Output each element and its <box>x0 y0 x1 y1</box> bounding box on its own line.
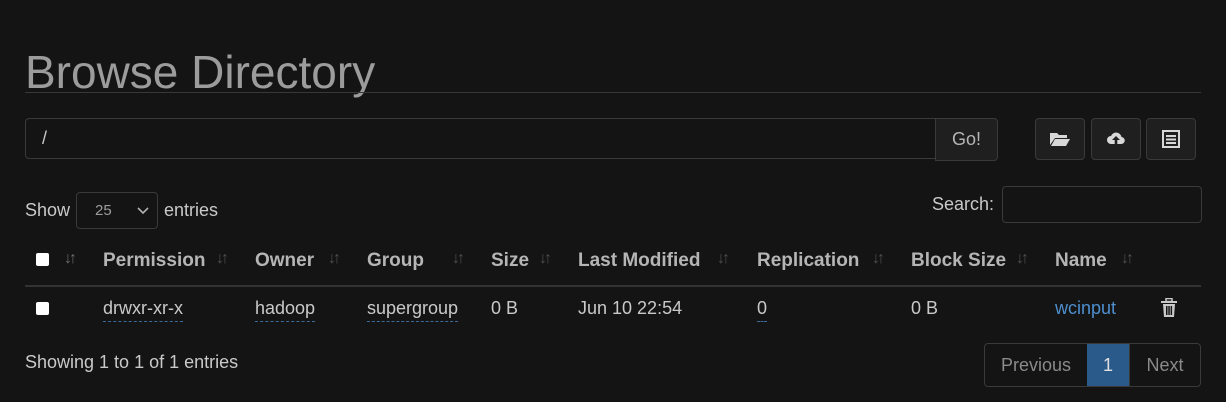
permission-cell[interactable]: drwxr-xr-x <box>103 298 183 322</box>
list-button[interactable] <box>1146 118 1196 160</box>
create-directory-button[interactable] <box>1035 118 1085 160</box>
trash-icon[interactable] <box>1160 298 1178 318</box>
pagination: Previous 1 Next <box>984 343 1201 387</box>
header-divider <box>25 285 1201 287</box>
folder-open-icon <box>1050 133 1070 146</box>
column-header-group[interactable]: Group <box>367 250 424 272</box>
column-header-size[interactable]: Size <box>491 250 529 272</box>
search-area: Search: <box>932 186 1203 223</box>
sort-icon: ↓↑ <box>1016 250 1029 267</box>
row-checkbox[interactable] <box>36 302 49 315</box>
upload-button[interactable] <box>1091 118 1141 160</box>
divider <box>25 92 1201 93</box>
column-header-owner[interactable]: Owner <box>255 250 314 272</box>
search-label: Search: <box>932 194 995 214</box>
entries-length: Show 25 entries <box>25 192 218 229</box>
owner-cell[interactable]: hadoop <box>255 298 316 322</box>
select-all-checkbox[interactable] <box>36 253 49 266</box>
entries-label: entries <box>164 200 219 220</box>
sort-icon[interactable]: ↓↑ <box>64 250 77 268</box>
column-header-replication[interactable]: Replication <box>757 250 859 272</box>
page-title: Browse Directory <box>25 45 376 98</box>
column-header-permission[interactable]: Permission <box>103 250 205 272</box>
search-input[interactable] <box>1002 186 1203 223</box>
name-link[interactable]: wcinput <box>1055 298 1116 319</box>
go-button[interactable]: Go! <box>935 118 998 161</box>
size-cell: 0 B <box>491 298 519 318</box>
list-icon <box>1162 130 1180 148</box>
block-size-cell: 0 B <box>911 298 939 318</box>
sort-icon: ↓↑ <box>872 250 885 267</box>
upload-cloud-icon <box>1107 132 1125 145</box>
sort-icon: ↓↑ <box>328 250 341 267</box>
next-button[interactable]: Next <box>1129 344 1200 386</box>
sort-icon: ↓↑ <box>717 250 730 267</box>
chevron-down-icon <box>137 206 149 214</box>
path-input[interactable] <box>25 118 935 159</box>
column-header-last-modified[interactable]: Last Modified <box>578 250 700 272</box>
last-modified-cell: Jun 10 22:54 <box>578 298 683 318</box>
group-cell[interactable]: supergroup <box>367 298 459 322</box>
column-header-name[interactable]: Name <box>1055 250 1107 272</box>
replication-cell[interactable]: 0 <box>757 298 768 322</box>
table-info: Showing 1 to 1 of 1 entries <box>25 352 239 372</box>
column-header-block-size[interactable]: Block Size <box>911 250 1006 272</box>
sort-icon: ↓↑ <box>539 250 552 267</box>
show-label: Show <box>25 200 71 220</box>
entries-select-value: 25 <box>95 202 112 219</box>
sort-icon: ↓↑ <box>452 250 465 267</box>
sort-icon: ↓↑ <box>1121 250 1134 267</box>
page-1-button[interactable]: 1 <box>1087 344 1129 386</box>
sort-icon: ↓↑ <box>216 250 229 267</box>
previous-button[interactable]: Previous <box>985 344 1087 386</box>
entries-select[interactable]: 25 <box>76 192 159 229</box>
